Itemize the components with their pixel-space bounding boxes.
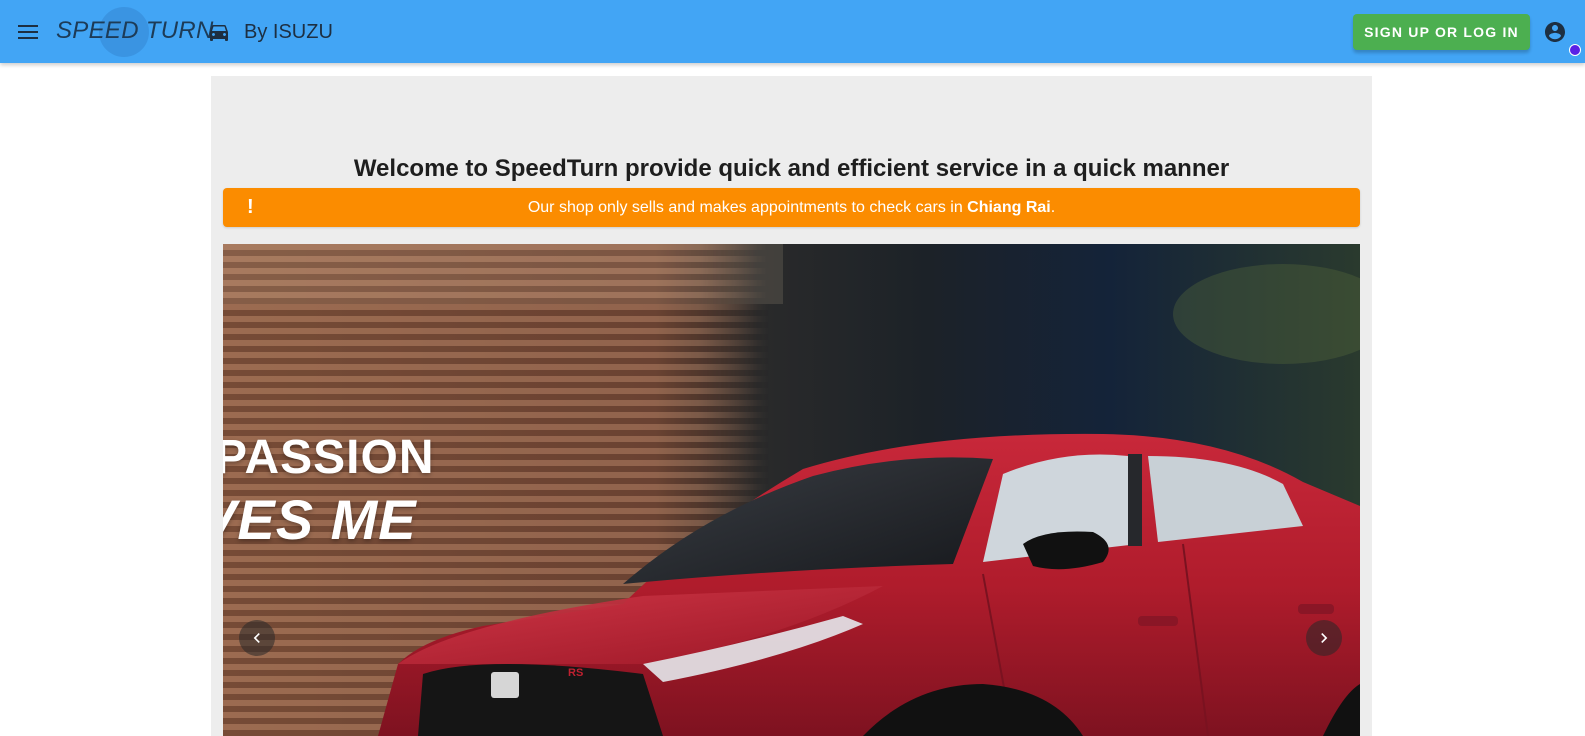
app-bar: SPEED TURN By ISUZU SIGN UP OR LOG IN bbox=[0, 0, 1585, 63]
carousel-next-button[interactable] bbox=[1306, 620, 1342, 656]
menu-icon bbox=[18, 25, 38, 39]
car-icon bbox=[210, 25, 228, 41]
welcome-heading: Welcome to SpeedTurn provide quick and e… bbox=[353, 155, 1230, 182]
alert-text-start: Our shop only sells and makes appointmen… bbox=[527, 199, 968, 216]
chevron-right-icon bbox=[1321, 633, 1328, 643]
svg-text:RS: RS bbox=[568, 667, 583, 679]
carousel-prev-button[interactable] bbox=[239, 620, 275, 656]
sign-up-or-log-in-button[interactable]: SIGN UP OR LOG IN bbox=[1353, 14, 1530, 50]
alert-text-end: . bbox=[1050, 199, 1056, 216]
alert-location: Chiang Rai bbox=[967, 199, 1051, 216]
menu-button[interactable] bbox=[12, 16, 44, 48]
content-panel: Welcome to SpeedTurn provide quick and e… bbox=[211, 76, 1372, 736]
slide-headline-top: PASSION bbox=[223, 431, 435, 484]
chevron-left-icon bbox=[253, 633, 260, 643]
account-circle-icon bbox=[1545, 22, 1565, 42]
slide-headline-bottom: VES ME bbox=[223, 488, 417, 551]
brand-logo[interactable]: SPEED TURN bbox=[56, 16, 214, 46]
hero-carousel[interactable]: RS PASSION VES ME bbox=[223, 244, 1360, 736]
location-alert: ! Our shop only sells and makes appointm… bbox=[223, 188, 1360, 227]
account-button[interactable] bbox=[1541, 18, 1569, 46]
alert-message: Our shop only sells and makes appointmen… bbox=[223, 198, 1360, 218]
byline: By ISUZU bbox=[244, 21, 333, 43]
status-dot bbox=[1569, 44, 1581, 56]
